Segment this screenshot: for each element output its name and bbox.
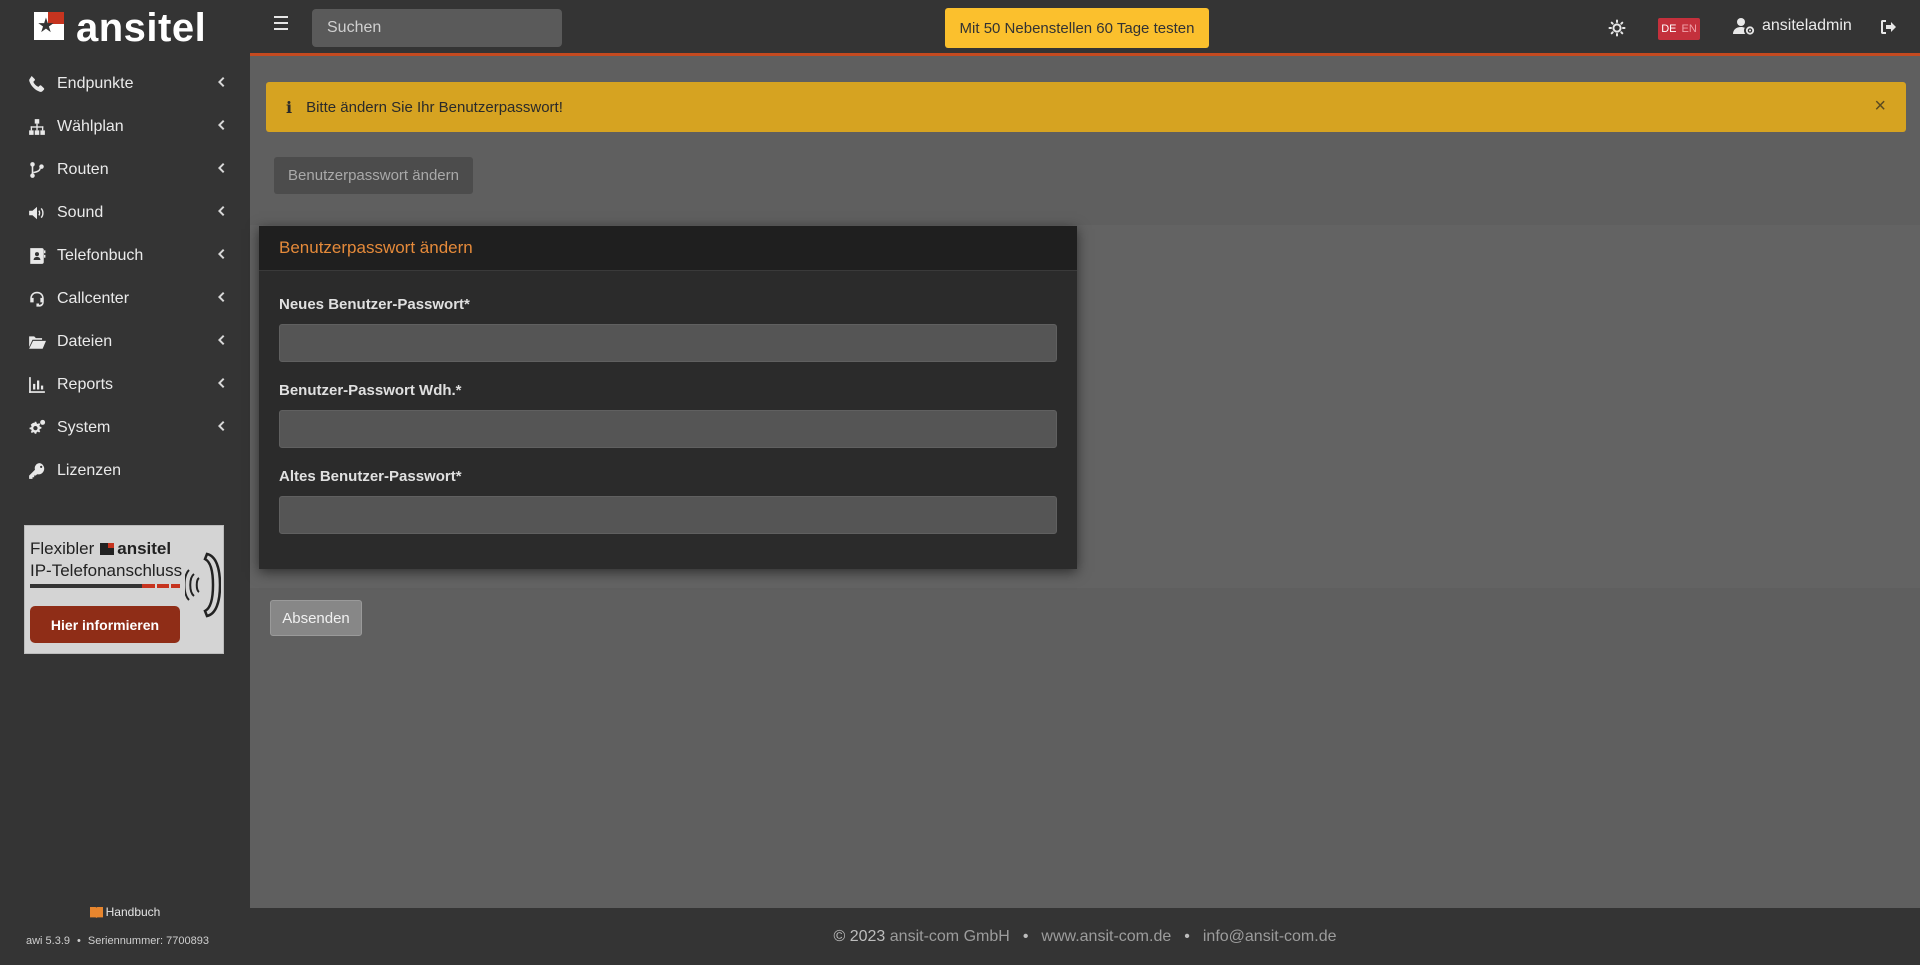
chevron-left-icon [216,334,226,349]
sidebar-item-label: Routen [57,160,109,178]
repeat-password-input[interactable] [279,410,1057,448]
alert-message: Bitte ändern Sie Ihr Benutzerpasswort! [306,98,563,116]
old-password-input[interactable] [279,496,1057,534]
sidebar-item-label: Lizenzen [57,461,122,479]
footer: © 2023 ansit-com GmbH • www.ansit-com.de… [250,908,1920,965]
repeat-password-label: Benutzer-Passwort Wdh.* [279,382,462,399]
sidebar-item-label: Reports [57,375,114,393]
sidebar-nav: Endpunkte Wählplan Routen Sound Telefonb… [0,62,250,492]
bar-chart-icon [26,376,48,394]
logo-text: ansitel [76,6,207,50]
sidebar-item-system[interactable]: System [0,406,250,449]
sidebar-item-label: Wählplan [57,117,124,135]
cogs-icon [26,419,48,437]
address-book-icon [26,247,48,265]
chevron-left-icon [216,76,226,91]
ad-info-button[interactable]: Hier informieren [30,606,180,643]
username: ansiteladmin [1762,17,1852,34]
chevron-left-icon [216,291,226,306]
ad-subline: IP-Telefonanschluss [30,561,183,580]
sidebar: ★ ansitel Endpunkte Wählplan Routen Soun… [0,0,250,965]
password-form-card: Benutzerpasswort ändern Neues Benutzer-P… [259,226,1077,569]
ad-brand: ansitel [117,539,172,558]
sun-icon[interactable] [1608,19,1626,37]
folder-open-icon [26,333,48,351]
ad-headline: Flexibler ansitel [30,539,171,559]
key-icon [26,462,48,480]
sidebar-item-callcenter[interactable]: Callcenter [0,277,250,320]
website-link[interactable]: www.ansit-com.de [1041,928,1171,946]
sidebar-item-dateien[interactable]: Dateien [0,320,250,363]
hamburger-menu-icon[interactable] [274,16,290,32]
password-alert: i Bitte ändern Sie Ihr Benutzerpasswort!… [266,82,1906,132]
promo-banner[interactable]: Flexibler ansitel IP-Telefonanschluss Hie… [24,525,224,654]
sidebar-footer: Handbuch awi 5.3.9 • Seriennummer: 7700893 [0,905,250,965]
ad-headline-prefix: Flexibler [30,539,95,558]
version-info: awi 5.3.9 • Seriennummer: 7700893 [26,935,209,947]
trial-promo-button[interactable]: Mit 50 Nebenstellen 60 Tage testen [945,8,1209,48]
sidebar-item-waehlplan[interactable]: Wählplan [0,105,250,148]
version-number: awi 5.3.9 [26,935,71,947]
sitemap-icon [26,118,48,136]
new-password-label: Neues Benutzer-Passwort* [279,296,470,313]
phone-icon [26,75,48,93]
sidebar-item-label: Endpunkte [57,74,134,92]
book-icon [89,906,103,918]
headset-icon [26,290,48,308]
serial-number: Seriennummer: 7700893 [87,935,209,947]
chevron-left-icon [216,420,226,435]
tab-change-password[interactable]: Benutzerpasswort ändern [274,157,473,194]
lang-en[interactable]: EN [1682,23,1697,35]
email-link[interactable]: info@ansit-com.de [1203,928,1337,946]
sidebar-item-sound[interactable]: Sound [0,191,250,234]
submit-button[interactable]: Absenden [270,600,362,636]
old-password-label: Altes Benutzer-Passwort* [279,468,462,485]
branch-icon [26,161,48,179]
logo[interactable]: ★ ansitel [0,0,250,56]
logo-mark-icon: ★ [30,12,70,44]
sidebar-item-reports[interactable]: Reports [0,363,250,406]
chevron-left-icon [216,377,226,392]
sidebar-item-label: Dateien [57,332,113,350]
sidebar-item-label: Sound [57,203,104,221]
info-icon: i [286,97,293,117]
sidebar-item-telefonbuch[interactable]: Telefonbuch [0,234,250,277]
user-menu[interactable]: ansiteladmin [1733,17,1852,35]
new-password-input[interactable] [279,324,1057,362]
language-switcher[interactable]: DE EN [1658,18,1700,40]
chevron-left-icon [216,248,226,263]
sidebar-item-lizenzen[interactable]: Lizenzen [0,449,250,492]
search-input[interactable] [312,9,562,47]
chevron-left-icon [216,119,226,134]
lang-de[interactable]: DE [1661,23,1676,35]
sidebar-item-label: Callcenter [57,289,130,307]
card-title: Benutzerpasswort ändern [259,226,1077,271]
sidebar-item-label: Telefonbuch [57,246,144,264]
ad-divider [30,584,180,588]
sidebar-item-endpunkte[interactable]: Endpunkte [0,62,250,105]
footer-separator: • [1184,927,1190,945]
footer-separator: • [1022,927,1029,945]
ansitel-logo-icon [100,543,115,555]
logout-icon[interactable] [1880,19,1898,35]
topbar: Mit 50 Nebenstellen 60 Tage testen DE EN… [250,0,1920,56]
close-icon[interactable]: × [1874,95,1886,118]
chevron-left-icon [216,162,226,177]
sidebar-item-routen[interactable]: Routen [0,148,250,191]
volume-icon [26,204,48,222]
user-cog-icon [1733,18,1755,35]
sidebar-item-label: System [57,418,111,436]
company-link[interactable]: ansit-com GmbH [890,928,1010,946]
copyright: © 2023 [833,927,886,945]
handbook-label: Handbuch [105,905,161,919]
chevron-left-icon [216,205,226,220]
handbook-link[interactable]: Handbuch [0,905,250,919]
handset-icon [185,552,221,618]
